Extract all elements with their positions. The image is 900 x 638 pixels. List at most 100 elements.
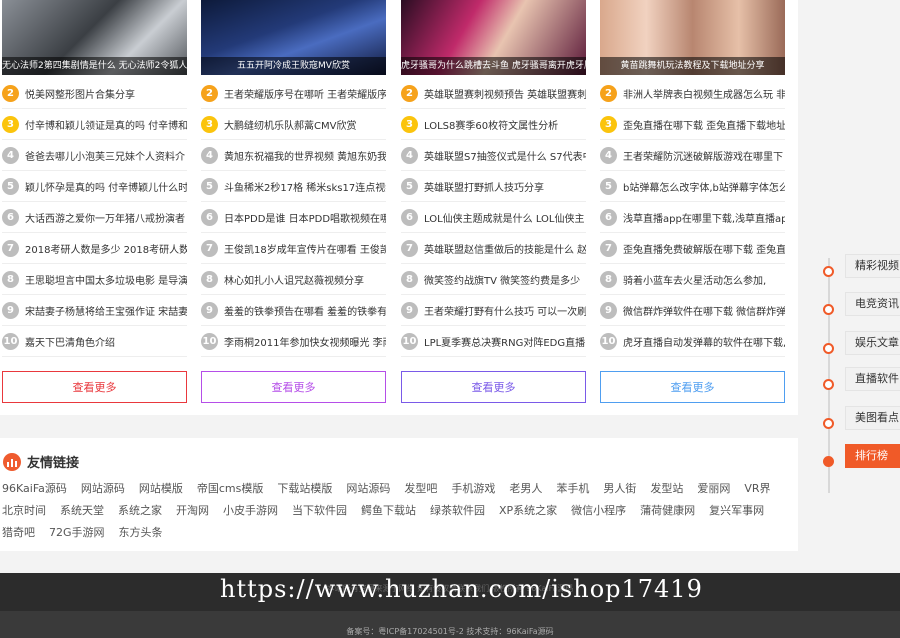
list-item[interactable]: 4 爸爸去哪儿小泡芙三兄妹个人资料介 — [2, 140, 187, 171]
side-nav-label[interactable]: 电竞资讯 — [845, 292, 900, 316]
friend-link[interactable]: 网站源码 — [81, 478, 125, 500]
item-title[interactable]: 羞羞的铁拳预告在哪看 羞羞的铁拳有 — [224, 303, 386, 318]
view-more-button[interactable]: 查看更多 — [201, 371, 386, 403]
side-nav-label[interactable]: 娱乐文章 — [845, 331, 900, 355]
friend-link[interactable]: 下载站模版 — [277, 478, 332, 500]
friend-link[interactable]: 复兴军事网 — [709, 500, 764, 522]
friend-link[interactable]: 蒲荷健康网 — [640, 500, 695, 522]
friend-link[interactable]: 绿茶软件园 — [430, 500, 485, 522]
friend-link[interactable]: 帝国cms模版 — [197, 478, 264, 500]
friend-link[interactable]: 苯手机 — [556, 478, 589, 500]
item-title[interactable]: 大话西游之爱你一万年猪八戒扮演者 — [25, 210, 187, 225]
list-item[interactable]: 3 歪兔直播在哪下载 歪兔直播下载地址 — [600, 109, 785, 140]
item-title[interactable]: LOLS8赛季60枚符文属性分析 — [424, 117, 586, 132]
list-item[interactable]: 6 日本PDD是谁 日本PDD唱歌视频在哪 — [201, 202, 386, 233]
friend-link[interactable]: 爱丽网 — [697, 478, 730, 500]
list-item[interactable]: 10 李雨桐2011年参加快女视频曝光 李雨 — [201, 326, 386, 357]
view-more-button[interactable]: 查看更多 — [600, 371, 785, 403]
list-item[interactable]: 7 歪兔直播免费破解版在哪下载 歪兔直 — [600, 233, 785, 264]
list-item[interactable]: 2 悦美网整形图片合集分享 — [2, 78, 187, 109]
list-item[interactable]: 3 LOLS8赛季60枚符文属性分析 — [401, 109, 586, 140]
friend-link[interactable]: 鳄鱼下载站 — [361, 500, 416, 522]
friend-link[interactable]: XP系统之家 — [499, 500, 557, 522]
friend-link[interactable]: 北京时间 — [2, 500, 46, 522]
friend-link[interactable]: 开淘网 — [176, 500, 209, 522]
friend-link[interactable]: 男人街 — [603, 478, 636, 500]
side-nav-item-photos[interactable]: 美图看点 — [823, 406, 900, 430]
item-title[interactable]: 非洲人举牌表白视频生成器怎么玩 非 — [623, 86, 785, 101]
list-item[interactable]: 8 林心如扎小人诅咒赵薇视频分享 — [201, 264, 386, 295]
item-title[interactable]: LPL夏季赛总决赛RNG对阵EDG直播 — [424, 334, 586, 349]
friend-link[interactable]: 网站模版 — [139, 478, 183, 500]
list-item[interactable]: 4 英雄联盟S7抽签仪式是什么 S7代表中 — [401, 140, 586, 171]
item-title[interactable]: 王者荣耀打野有什么技巧 可以一次刷 — [424, 303, 586, 318]
item-title[interactable]: 浅草直播app在哪里下载,浅草直播app — [623, 210, 785, 225]
item-title[interactable]: 李雨桐2011年参加快女视频曝光 李雨 — [224, 334, 386, 349]
item-title[interactable]: 英雄联盟赛刺视频预告 英雄联盟赛刺 — [424, 86, 586, 101]
side-nav-item-live[interactable]: 直播软件 — [823, 367, 900, 391]
list-item[interactable]: 6 浅草直播app在哪里下载,浅草直播app — [600, 202, 785, 233]
friend-link[interactable]: 发型站 — [650, 478, 683, 500]
item-title[interactable]: 歪兔直播免费破解版在哪下载 歪兔直 — [623, 241, 785, 256]
item-title[interactable]: 林心如扎小人诅咒赵薇视频分享 — [224, 272, 386, 287]
list-item[interactable]: 3 大鹏缝纫机乐队郝蒿CMV欣赏 — [201, 109, 386, 140]
friend-link[interactable]: 老男人 — [509, 478, 542, 500]
item-title[interactable]: 2018考研人数是多少 2018考研人数 — [25, 241, 187, 256]
list-item[interactable]: 2 英雄联盟赛刺视频预告 英雄联盟赛刺 — [401, 78, 586, 109]
list-item[interactable]: 9 羞羞的铁拳预告在哪看 羞羞的铁拳有 — [201, 295, 386, 326]
list-item[interactable]: 10 虎牙直播自动发弹幕的软件在哪下载, — [600, 326, 785, 357]
list-item[interactable]: 8 王思聪坦言中国太多垃圾电影 是导演 — [2, 264, 187, 295]
thumbnail-image[interactable]: 虎牙骚哥为什么跳槽去斗鱼 虎牙骚哥离开虎牙原 — [401, 0, 586, 75]
item-title[interactable]: 英雄联盟打野抓人技巧分享 — [424, 179, 586, 194]
list-item[interactable]: 6 LOL仙侠主题成就是什么 LOL仙侠主 — [401, 202, 586, 233]
side-nav-label[interactable]: 直播软件 — [845, 367, 900, 391]
item-title[interactable]: 虎牙直播自动发弹幕的软件在哪下载, — [623, 334, 785, 349]
list-item[interactable]: 5 b站弹幕怎么改字体,b站弹幕字体怎么 — [600, 171, 785, 202]
thumbnail-image[interactable]: 黄苗跳舞机玩法教程及下载地址分享 — [600, 0, 785, 75]
item-title[interactable]: 王者荣耀版序号在哪听 王者荣耀版序 — [224, 86, 386, 101]
side-nav-item-videos[interactable]: 精彩视频 — [823, 254, 900, 278]
item-title[interactable]: b站弹幕怎么改字体,b站弹幕字体怎么 — [623, 179, 785, 194]
friend-link[interactable]: VR界 — [744, 478, 770, 500]
item-title[interactable]: 宋喆妻子杨慧将给王宝强作证 宋喆妻 — [25, 303, 187, 318]
view-more-button[interactable]: 查看更多 — [2, 371, 187, 403]
friend-link[interactable]: 72G手游网 — [49, 522, 105, 544]
list-item[interactable]: 10 嘉天下巴清角色介绍 — [2, 326, 187, 357]
thumbnail-image[interactable]: 五五开阿冷成王败寇MV欣赏 — [201, 0, 386, 75]
list-item[interactable]: 2 王者荣耀版序号在哪听 王者荣耀版序 — [201, 78, 386, 109]
item-title[interactable]: 歪兔直播在哪下载 歪兔直播下载地址 — [623, 117, 785, 132]
friend-link[interactable]: 手机游戏 — [451, 478, 495, 500]
item-title[interactable]: 微信群炸弹软件在哪下载 微信群炸弹 — [623, 303, 785, 318]
friend-link[interactable]: 96KaiFa源码 — [2, 478, 67, 500]
list-item[interactable]: 7 英雄联盟赵信重做后的技能是什么 赵 — [401, 233, 586, 264]
item-title[interactable]: 英雄联盟赵信重做后的技能是什么 赵 — [424, 241, 586, 256]
friend-link[interactable]: 网站源码 — [346, 478, 390, 500]
friend-link[interactable]: 微信小程序 — [571, 500, 626, 522]
friend-link[interactable]: 系统天堂 — [60, 500, 104, 522]
side-nav-item-ranking[interactable]: 排行榜 — [823, 444, 900, 468]
item-title[interactable]: 微笑签约战旗TV 微笑签约费是多少 — [424, 272, 586, 287]
friend-link[interactable]: 小皮手游网 — [223, 500, 278, 522]
item-title[interactable]: 日本PDD是谁 日本PDD唱歌视频在哪 — [224, 210, 386, 225]
list-item[interactable]: 5 英雄联盟打野抓人技巧分享 — [401, 171, 586, 202]
item-title[interactable]: 悦美网整形图片合集分享 — [25, 86, 187, 101]
list-item[interactable]: 4 黄旭东祝福我的世界视频 黄旭东奶我 — [201, 140, 386, 171]
item-title[interactable]: 英雄联盟S7抽签仪式是什么 S7代表中 — [424, 148, 586, 163]
side-nav-item-entertainment[interactable]: 娱乐文章 — [823, 331, 900, 355]
item-title[interactable]: 王者荣耀防沉迷破解版游戏在哪里下 — [623, 148, 785, 163]
list-item[interactable]: 4 王者荣耀防沉迷破解版游戏在哪里下 — [600, 140, 785, 171]
item-title[interactable]: 颖儿怀孕是真的吗 付辛博颖儿什么时 — [25, 179, 187, 194]
item-title[interactable]: 付辛博和颖儿领证是真的吗 付辛博和 — [25, 117, 187, 132]
list-item[interactable]: 9 微信群炸弹软件在哪下载 微信群炸弹 — [600, 295, 785, 326]
item-title[interactable]: 王思聪坦言中国太多垃圾电影 是导演 — [25, 272, 187, 287]
side-nav-label[interactable]: 精彩视频 — [845, 254, 900, 278]
item-title[interactable]: 大鹏缝纫机乐队郝蒿CMV欣赏 — [224, 117, 386, 132]
friend-link[interactable]: 系统之家 — [118, 500, 162, 522]
item-title[interactable]: 王俊凯18岁成年宣传片在哪看 王俊凯 — [224, 241, 386, 256]
item-title[interactable]: 黄旭东祝福我的世界视频 黄旭东奶我 — [224, 148, 386, 163]
side-nav-item-esports[interactable]: 电竞资讯 — [823, 292, 900, 316]
list-item[interactable]: 5 颖儿怀孕是真的吗 付辛博颖儿什么时 — [2, 171, 187, 202]
item-title[interactable]: 斗鱼稀米2秒17格 稀米sks17连点视频 — [224, 179, 386, 194]
friend-link[interactable]: 东方头条 — [119, 522, 163, 544]
view-more-button[interactable]: 查看更多 — [401, 371, 586, 403]
